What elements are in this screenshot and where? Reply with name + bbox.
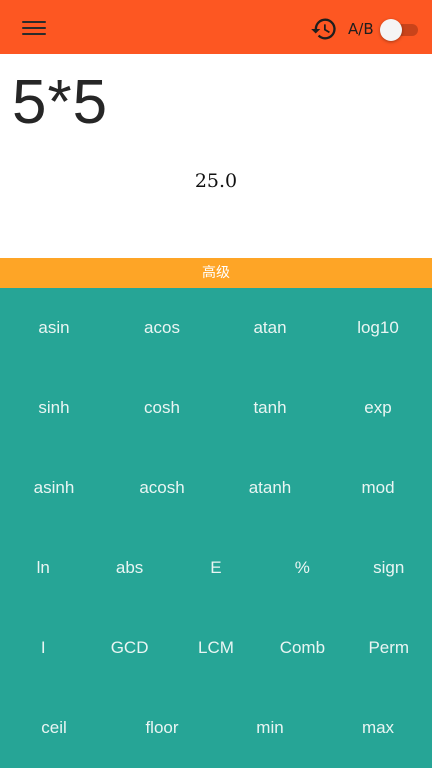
key-lcm[interactable]: LCM <box>173 608 259 688</box>
key-comb[interactable]: Comb <box>259 608 345 688</box>
key-abs[interactable]: abs <box>86 528 172 608</box>
key-acosh[interactable]: acosh <box>108 448 216 528</box>
history-icon[interactable] <box>310 15 338 43</box>
key-percent[interactable]: % <box>259 528 345 608</box>
key-gcd[interactable]: GCD <box>86 608 172 688</box>
expression-field[interactable]: 5*5 <box>12 68 108 138</box>
key-sinh[interactable]: sinh <box>0 368 108 448</box>
toolbar: A/B <box>0 0 432 54</box>
ab-mode-label: A/B <box>348 20 374 38</box>
key-sign[interactable]: sign <box>346 528 432 608</box>
key-max[interactable]: max <box>324 688 432 768</box>
keypad-row: sinh cosh tanh exp <box>0 368 432 448</box>
display-panel: 5*5 25.0 <box>0 54 432 258</box>
function-keypad: asin acos atan log10 sinh cosh tanh exp asinh aco… <box>0 288 432 768</box>
key-mod[interactable]: mod <box>324 448 432 528</box>
key-exp[interactable]: exp <box>324 368 432 448</box>
result-text: 25.0 <box>194 170 238 192</box>
hamburger-menu-icon[interactable] <box>22 19 46 36</box>
key-ceil[interactable]: ceil <box>0 688 108 768</box>
toggle-thumb <box>380 19 402 41</box>
key-cosh[interactable]: cosh <box>108 368 216 448</box>
advanced-mode-tab[interactable]: 高级 <box>0 258 432 288</box>
key-min[interactable]: min <box>216 688 324 768</box>
key-i[interactable]: I <box>0 608 86 688</box>
keypad-row: ceil floor min max <box>0 688 432 768</box>
ab-mode-toggle[interactable] <box>380 19 420 41</box>
keypad-row: ln abs E% sign <box>0 528 432 608</box>
key-perm[interactable]: Perm <box>346 608 432 688</box>
key-floor[interactable]: floor <box>108 688 216 768</box>
key-ln[interactable]: ln <box>0 528 86 608</box>
key-asin[interactable]: asin <box>0 288 108 368</box>
key-atanh[interactable]: atanh <box>216 448 324 528</box>
key-asinh[interactable]: asinh <box>0 448 108 528</box>
keypad-row: asin acos atan log10 <box>0 288 432 368</box>
key-atan[interactable]: atan <box>216 288 324 368</box>
keypad-row: I GCD LCM Comb Perm <box>0 608 432 688</box>
calculator-app: A/B 5*5 25.0 高级 asin acos atan log10 sinh cos… <box>0 0 432 768</box>
key-log10[interactable]: log10 <box>324 288 432 368</box>
key-acos[interactable]: acos <box>108 288 216 368</box>
key-e[interactable]: E <box>173 528 259 608</box>
key-tanh[interactable]: tanh <box>216 368 324 448</box>
keypad-row: asinh acosh atanh mod <box>0 448 432 528</box>
